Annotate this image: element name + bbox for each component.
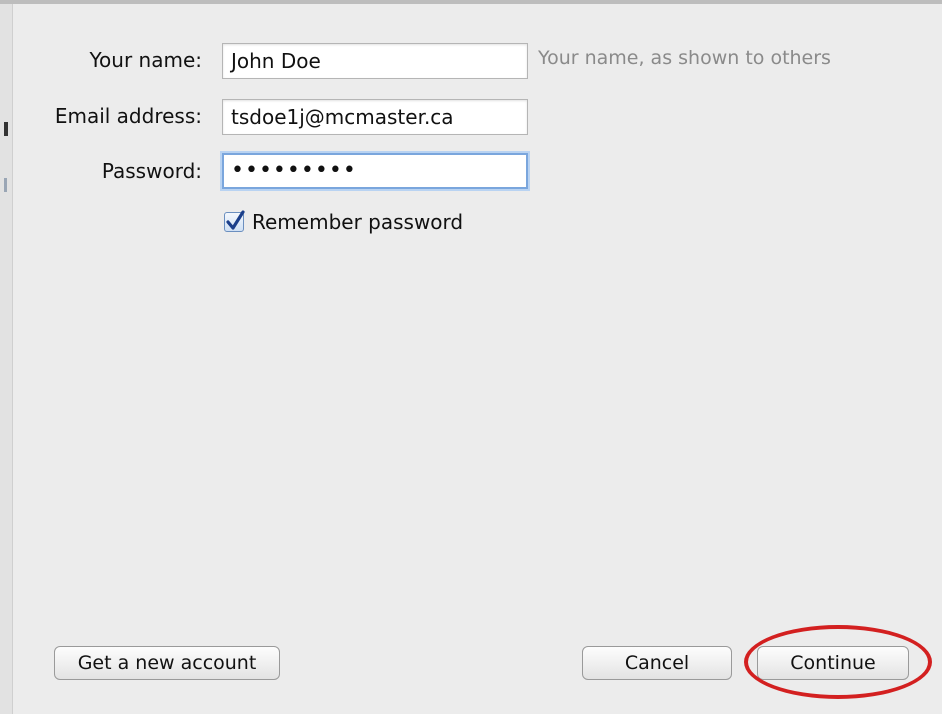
checkmark-icon [226,210,245,230]
window-top-border [0,0,942,4]
name-field[interactable]: John Doe [222,43,528,79]
cancel-button[interactable]: Cancel [582,646,732,680]
background-text-fragment [4,178,7,192]
password-field[interactable]: ••••••••• [222,153,528,189]
password-label: Password: [101,159,202,183]
background-text-fragment [4,122,8,136]
remember-password-checkbox[interactable] [224,210,245,232]
get-new-account-button[interactable]: Get a new account [54,646,280,680]
email-field[interactable]: tsdoe1j@mcmaster.ca [222,99,528,135]
highlight-circle [744,625,932,699]
remember-password-label: Remember password [252,210,464,234]
name-label: Your name: [89,48,202,72]
email-label: Email address: [54,104,202,128]
remember-password-row[interactable]: Remember password [224,208,463,236]
name-hint: Your name, as shown to others [538,47,831,69]
